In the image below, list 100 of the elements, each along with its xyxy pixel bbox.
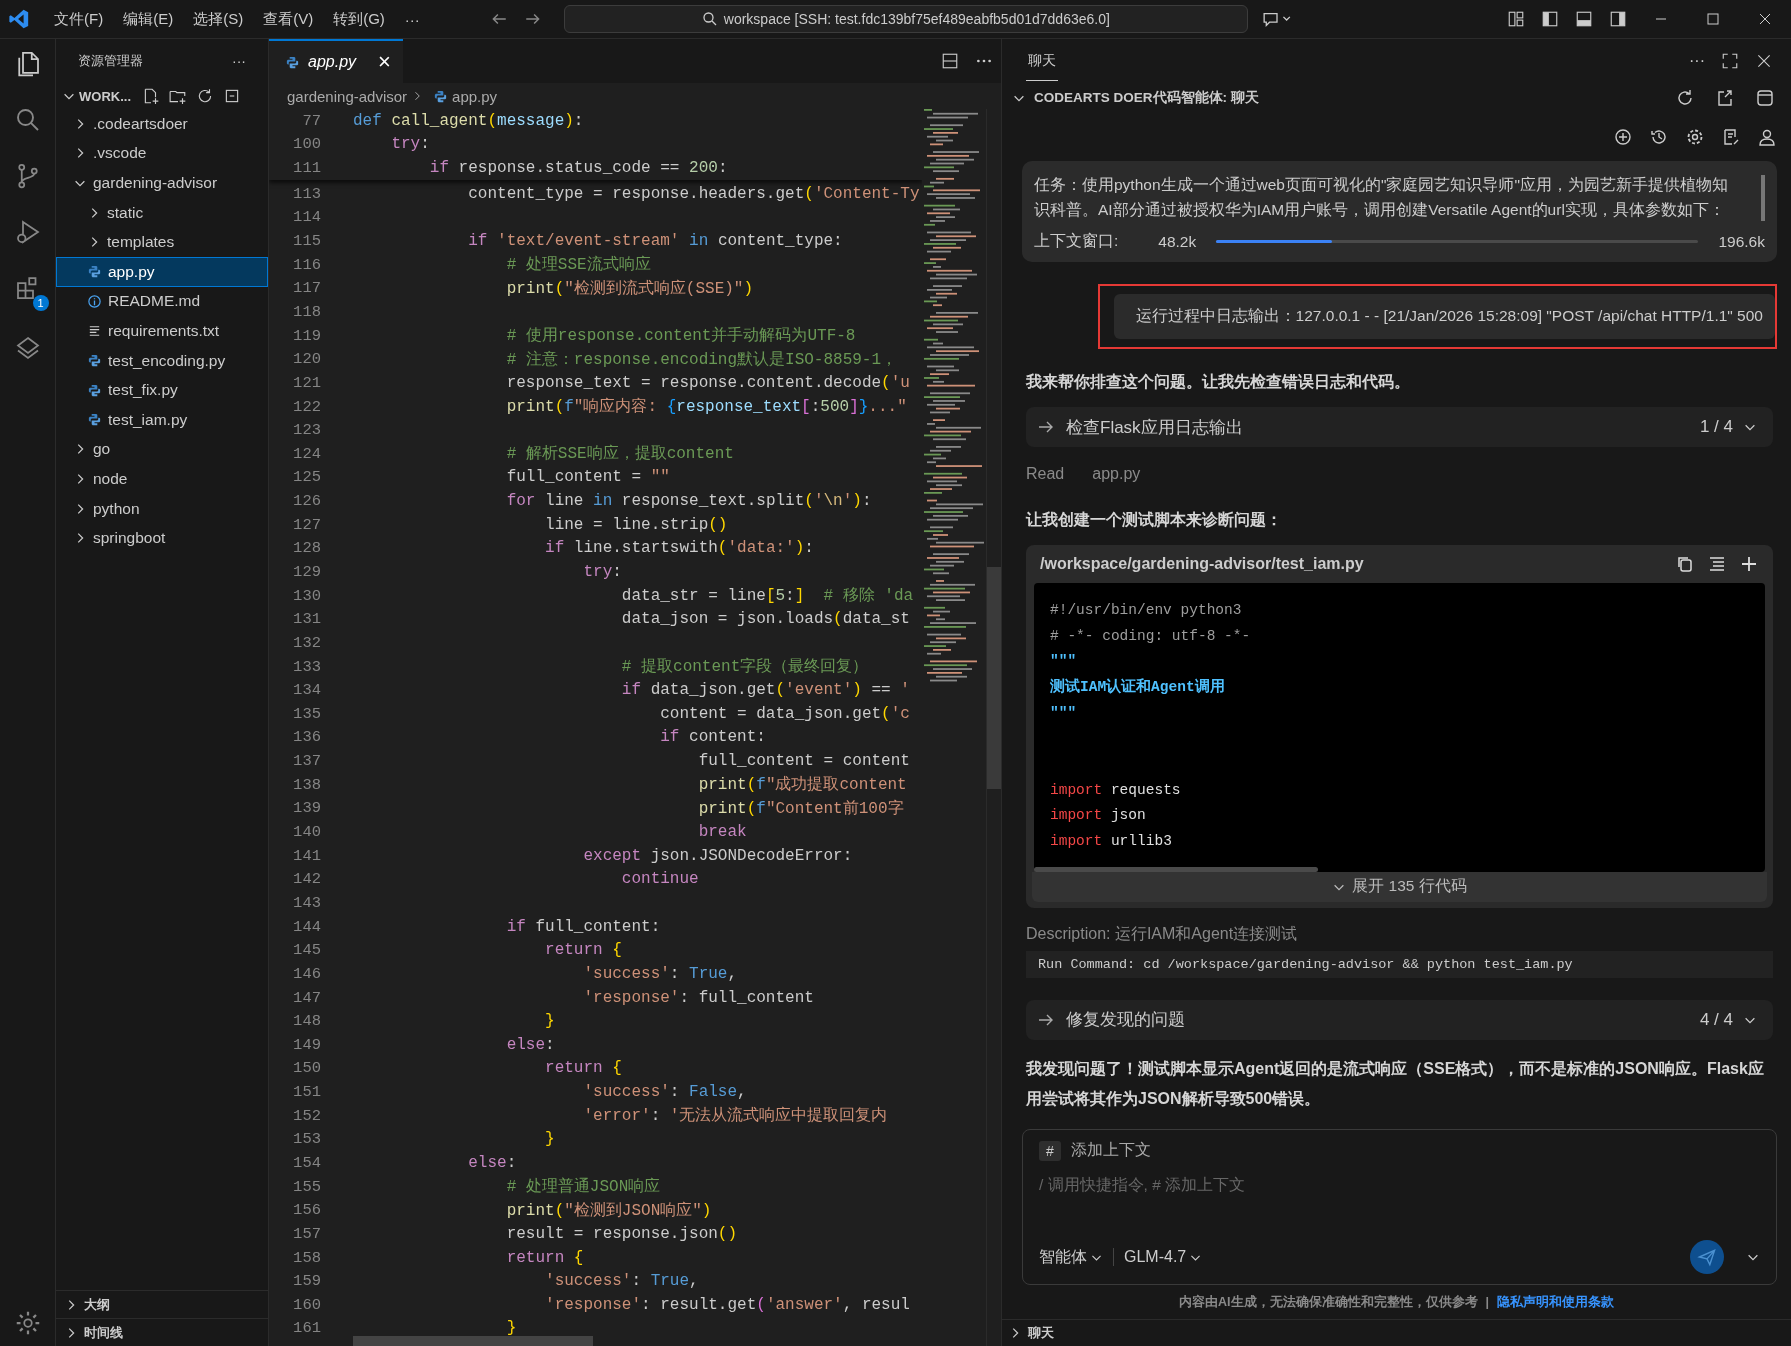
send-button[interactable] [1690, 1240, 1724, 1274]
close-icon[interactable] [1755, 52, 1773, 70]
tree-item[interactable]: test_iam.py [56, 404, 268, 435]
expand-code-button[interactable]: 展开 135 行代码 [1032, 871, 1767, 902]
code-line: if content: [659, 728, 766, 747]
settings-icon[interactable] [1685, 127, 1705, 147]
secondary-sidebar-icon[interactable] [1609, 10, 1627, 28]
code-line: data_str = line[5:] # 移除 'da [620, 586, 914, 607]
reply-text: 让我创建一个测试脚本来诊断问题： [1026, 510, 1283, 530]
layout-icon[interactable] [1507, 10, 1525, 28]
command-search-field[interactable]: workspace [SSH: test.fdc139bf75ef489eabfb5d01d7dd63e6.0] [563, 5, 1248, 33]
mode-dropdown[interactable]: 智能体 [1039, 1246, 1103, 1268]
tree-item[interactable]: templates [56, 227, 268, 257]
horizontal-scrollbar[interactable] [1034, 866, 1318, 872]
menu-item[interactable]: 选择(S) [183, 9, 254, 29]
line-number: 156 [292, 1201, 322, 1220]
refresh-icon[interactable] [1675, 88, 1695, 108]
list-icon[interactable] [1707, 554, 1727, 574]
window-icon[interactable] [1755, 88, 1775, 108]
code-line: """ [1050, 704, 1077, 721]
context-used: 48.2k [1158, 232, 1197, 251]
chat-bubble-icon[interactable] [1261, 10, 1292, 28]
maximize-icon[interactable] [1721, 52, 1739, 70]
line-number: 117 [292, 279, 322, 298]
privacy-link[interactable]: 隐私声明和使用条款 [1497, 1293, 1614, 1311]
chat-tab[interactable]: 聊天 [1026, 41, 1058, 81]
tree-item[interactable]: node [56, 464, 268, 494]
maximize-icon[interactable] [1705, 11, 1721, 27]
line-number: 124 [292, 444, 322, 463]
history-icon[interactable] [1649, 127, 1669, 147]
editor-tab[interactable]: app.py × [269, 39, 403, 83]
model-dropdown[interactable]: GLM-4.7 [1124, 1248, 1203, 1266]
more-button[interactable]: ··· [1689, 52, 1705, 70]
line-number: 115 [292, 232, 322, 250]
panel-section-header[interactable]: 大纲 [56, 1290, 268, 1318]
vertical-scrollbar[interactable] [987, 567, 1001, 789]
tree-item[interactable]: gardening-advisor [56, 168, 268, 198]
menu-item[interactable]: 编辑(E) [113, 9, 184, 29]
file-link[interactable]: app.py [1092, 465, 1141, 483]
refresh-icon[interactable] [196, 87, 214, 105]
panel-section-header[interactable]: 聊天 [1002, 1319, 1791, 1346]
tree-item[interactable]: .codeartsdoer [56, 109, 268, 139]
code-line: 'response': full_content [582, 988, 814, 1007]
export-icon[interactable] [1715, 88, 1735, 108]
code-line: for line in response_text.split('\n'): [505, 492, 872, 511]
more-menu[interactable]: ··· [394, 10, 430, 28]
tree-item[interactable]: requirements.txt [56, 316, 268, 346]
reply-text: 我发现问题了！测试脚本显示Agent返回的是流式响应（SSE格式），而不是标准的JSON响应。Flask应用尝试将其作为JSON解析导致500错误。 [1026, 1058, 1765, 1109]
sidebar-toggle-icon[interactable] [1541, 10, 1559, 28]
explorer-title: 资源管理器 [78, 52, 143, 70]
panel-section-header[interactable]: 时间线 [56, 1318, 268, 1346]
code-line: # 提取content字段（最终回复） [620, 656, 869, 678]
line-number: 151 [292, 1083, 322, 1102]
menu-item[interactable]: 查看(V) [253, 9, 324, 29]
close-icon[interactable] [1757, 11, 1773, 27]
tree-item[interactable]: python [56, 493, 268, 524]
user-icon[interactable] [1757, 127, 1777, 147]
close-tab-button[interactable]: × [378, 49, 391, 75]
new-file-icon[interactable] [142, 87, 160, 105]
notes-icon[interactable] [1721, 127, 1741, 147]
code-line: print("检测到JSON响应") [505, 1200, 712, 1221]
panel-toggle-icon[interactable] [1575, 10, 1593, 28]
text-lines-icon [87, 323, 102, 339]
more-button[interactable]: ··· [232, 53, 246, 69]
breadcrumb-item[interactable]: gardening-advisor [287, 87, 408, 105]
workspace-root[interactable]: WORK... [79, 88, 131, 104]
horizontal-scrollbar[interactable] [353, 1336, 593, 1346]
code-line: print("检测到流式响应(SSE)") [505, 278, 754, 299]
code-line: """ [1050, 653, 1077, 670]
python-file-icon [87, 353, 102, 369]
code-line: 'error': '无法从流式响应中提取回复内 [582, 1105, 888, 1127]
tree-item[interactable]: README.md [56, 286, 268, 317]
copy-icon[interactable] [1675, 554, 1695, 574]
add-context-button[interactable]: 添加上下文 [1070, 1140, 1151, 1161]
line-number: 129 [292, 563, 322, 581]
step-header[interactable]: 检查Flask应用日志输出 1 / 4 [1026, 407, 1773, 447]
split-editor-icon[interactable] [941, 52, 959, 70]
collapse-all-icon[interactable] [223, 87, 241, 105]
step-header[interactable]: 修复发现的问题 4 / 4 [1026, 999, 1773, 1040]
tree-item[interactable]: test_encoding.py [56, 345, 268, 376]
tree-item[interactable]: go [56, 434, 268, 465]
new-chat-icon[interactable] [1613, 127, 1633, 147]
line-number: 159 [292, 1272, 322, 1291]
python-file-icon [285, 54, 300, 70]
code-line: 'response': result.get('answer', resul [544, 1295, 910, 1314]
python-file-icon [87, 382, 102, 398]
breadcrumb-item[interactable]: app.py [452, 87, 498, 105]
tree-item[interactable]: springboot [56, 523, 268, 553]
tree-item[interactable]: static [56, 197, 268, 228]
menu-item[interactable]: 文件(F) [44, 9, 114, 29]
plus-icon[interactable] [1739, 554, 1759, 574]
tree-item[interactable]: test_fix.py [56, 375, 268, 405]
tree-item[interactable]: .vscode [56, 138, 268, 169]
menu-item[interactable]: 转到(G) [323, 9, 395, 29]
tree-item[interactable]: app.py [56, 256, 268, 287]
task-text: 任务：使用python生成一个通过web页面可视化的"家庭园艺知识导师"应用，为园艺新手提供植物知 [1034, 175, 1729, 195]
chat-input[interactable]: # 添加上下文 / 调用快捷指令, # 添加上下文 智能体 GLM-4.7 [1022, 1129, 1777, 1285]
line-number: 161 [292, 1319, 322, 1338]
reply-text: 我来帮你排查这个问题。让我先检查错误日志和代码。 [1026, 372, 1411, 392]
context-chip[interactable]: # [1039, 1140, 1061, 1161]
